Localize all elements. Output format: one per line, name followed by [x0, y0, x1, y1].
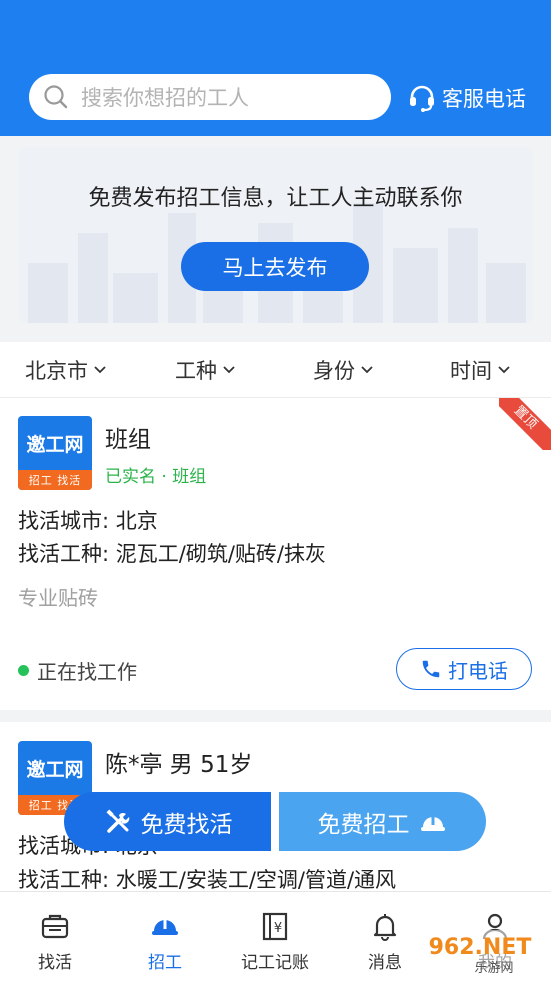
work-trade: 找活工种: 泥瓦工/砌筑/贴砖/抹灰	[18, 542, 326, 566]
publish-banner: 免费发布招工信息，让工人主动联系你 马上去发布	[18, 147, 533, 323]
worker-card[interactable]: 置顶 邀工网 招工 找活 班组 已实名 · 班组 找活城市: 北京 找活工种: …	[0, 398, 551, 710]
worker-name: 班组	[105, 427, 151, 453]
filter-identity[interactable]: 身份	[313, 342, 373, 397]
tab-label: 找活	[38, 953, 72, 973]
ledger-icon: ¥	[262, 912, 288, 941]
watermark-bottom: 乐游网	[474, 961, 513, 976]
chevron-down-icon	[94, 365, 106, 373]
work-city: 找活城市: 北京	[18, 509, 158, 533]
call-button[interactable]: 打电话	[396, 648, 532, 690]
filter-identity-label: 身份	[313, 358, 355, 383]
status-dot-icon	[18, 665, 29, 676]
banner-title: 免费发布招工信息，让工人主动联系你	[88, 186, 463, 211]
customer-service-label: 客服电话	[442, 87, 526, 111]
tab-find-work[interactable]: 找活	[0, 892, 110, 982]
free-find-work-button[interactable]: 免费找活	[64, 792, 271, 851]
headset-icon	[406, 82, 438, 114]
job-status: 正在找工作	[18, 656, 137, 685]
pinned-label: 置顶	[499, 398, 551, 450]
worker-name: 陈*亭 男 51岁	[105, 752, 253, 778]
verified-badge: 已实名 · 班组	[105, 467, 207, 487]
tab-label: 招工	[148, 953, 182, 973]
tab-label: 记工记账	[241, 953, 309, 973]
free-hire-button[interactable]: 免费招工	[279, 792, 486, 851]
free-hire-label: 免费招工	[317, 811, 410, 838]
job-status-label: 正在找工作	[37, 660, 137, 684]
search-icon	[43, 84, 69, 110]
filter-trade[interactable]: 工种	[175, 342, 235, 397]
filter-bar: 北京市 工种 身份 时间	[0, 342, 551, 398]
watermark-top: 962.NET	[429, 935, 532, 960]
phone-icon	[422, 660, 440, 678]
logo-text: 邀工网	[26, 433, 84, 456]
tab-ledger[interactable]: ¥ 记工记账	[220, 892, 330, 982]
work-trade: 找活工种: 水暖工/安装工/空调/管道/通风	[18, 868, 397, 892]
svg-text:¥: ¥	[274, 921, 282, 936]
logo-text: 邀工网	[26, 758, 84, 781]
filter-time-label: 时间	[450, 358, 492, 383]
tab-hire[interactable]: 招工	[110, 892, 220, 982]
chevron-down-icon	[223, 365, 235, 373]
publish-now-button[interactable]: 马上去发布	[181, 242, 369, 291]
filter-city-label: 北京市	[25, 358, 88, 383]
chevron-down-icon	[361, 365, 373, 373]
customer-service-button[interactable]: 客服电话	[406, 80, 526, 116]
free-find-work-label: 免费找活	[140, 811, 233, 838]
search-placeholder: 搜索你想招的工人	[81, 86, 249, 110]
logo-subtext: 招工 找活	[18, 470, 92, 490]
avatar: 邀工网 招工 找活	[18, 416, 92, 490]
watermark-logo: 962.NET 乐游网	[414, 930, 546, 976]
hardhat-icon	[152, 919, 178, 935]
chevron-down-icon	[498, 365, 510, 373]
briefcase-icon	[41, 914, 69, 939]
tools-icon	[105, 808, 129, 833]
search-bar[interactable]: 搜索你想招的工人	[29, 74, 391, 120]
worker-description: 专业贴砖	[18, 586, 98, 610]
bell-icon	[373, 914, 397, 941]
filter-time[interactable]: 时间	[450, 342, 510, 397]
app-header: 搜索你想招的工人 客服电话	[0, 0, 551, 136]
hardhat-icon	[420, 815, 445, 831]
call-button-label: 打电话	[448, 658, 508, 683]
filter-trade-label: 工种	[175, 358, 217, 383]
filter-city[interactable]: 北京市	[25, 342, 106, 397]
pinned-ribbon: 置顶	[499, 398, 551, 450]
